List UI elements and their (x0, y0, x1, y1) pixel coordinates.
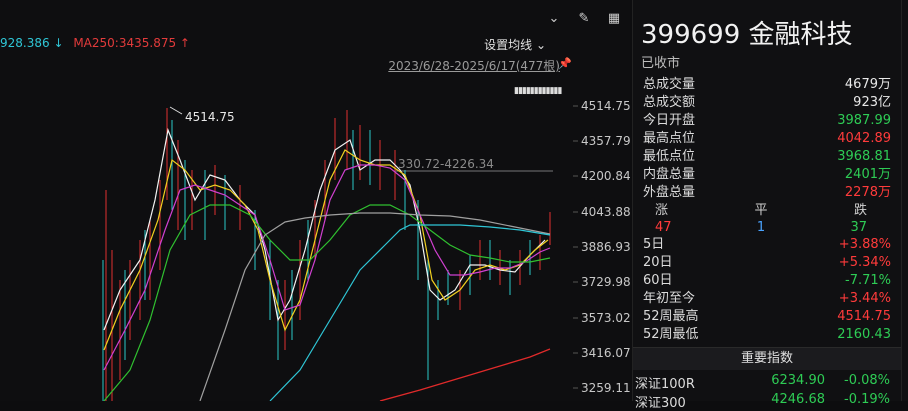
stat-row: 外盘总量 2278万 (643, 184, 891, 202)
stat-label: 总成交额 (643, 95, 696, 110)
chart-toolbar: ⌄ ✎ ▦ (544, 8, 624, 28)
ma250-value: MA250:3435.875 ↑ (73, 36, 190, 50)
y-tick: 3886.93 (581, 240, 631, 254)
security-title: 399699 金融科技 (641, 20, 853, 50)
y-tick: 4200.84 (581, 169, 631, 183)
perf-label: 5日 (643, 237, 665, 252)
side-edge (901, 0, 908, 401)
range-line-label: 330.72-4226.34 (398, 157, 494, 171)
perf-label: 年初至今 (643, 291, 696, 306)
pin-icon[interactable]: 📌 (558, 57, 572, 70)
flat-count: 1 (756, 220, 766, 235)
index-pct: -0.19% (844, 392, 890, 407)
perf-label: 20日 (643, 255, 673, 270)
stat-row: 今日开盘 3987.99 (643, 112, 891, 130)
index-name: 深证300 (635, 396, 686, 411)
ma250-line (379, 348, 551, 401)
advance-decline-values: 47 1 37 (643, 219, 891, 236)
stats-table: 总成交量 4679万 总成交额 923亿 今日开盘 3987.99 最高点位 4042.… (643, 76, 891, 344)
stat-value: 4042.89 (837, 131, 891, 146)
up-count: 47 (655, 220, 672, 235)
stat-row: 最低点位 3968.81 (643, 148, 891, 166)
stat-value: 3987.99 (837, 113, 891, 128)
perf-label: 60日 (643, 273, 673, 288)
stat-label: 外盘总量 (643, 185, 696, 200)
stat-value: 4679万 (844, 77, 891, 92)
stat-row: 最高点位 4042.89 (643, 130, 891, 148)
ma-settings-label: 设置均线 (484, 38, 533, 52)
perf-value: 4514.75 (837, 309, 891, 324)
market-status: 已收市 (641, 56, 681, 71)
stat-value: 2401万 (844, 167, 891, 182)
advance-decline-labels: 涨 平 跌 (643, 202, 891, 219)
y-tick: 4043.88 (581, 205, 631, 219)
stat-label: 最高点位 (643, 131, 696, 146)
stat-value: 2278万 (844, 185, 891, 200)
stat-row: 总成交量 4679万 (643, 76, 891, 94)
index-name: 深证100R (635, 377, 695, 392)
perf-label: 52周最低 (643, 327, 699, 342)
date-range[interactable]: 2023/6/28-2025/6/17(477根) (388, 57, 560, 74)
chevron-down-circle-icon[interactable]: ⌄ (544, 8, 564, 28)
perf-row: 52周最低 2160.43 (643, 326, 891, 344)
stat-row: 内盘总量 2401万 (643, 166, 891, 184)
peak-label: 4514.75 (185, 110, 235, 124)
perf-value: +3.88% (838, 237, 891, 252)
stat-label: 最低点位 (643, 149, 696, 164)
perf-label: 52周最高 (643, 309, 699, 324)
stat-row: 总成交额 923亿 (643, 94, 891, 112)
ma120-line (199, 212, 551, 401)
perf-row: 52周最高 4514.75 (643, 308, 891, 326)
up-label: 涨 (655, 203, 669, 218)
y-tick: 4514.75 (581, 99, 631, 113)
kline-chart[interactable]: ⌄ ✎ ▦ 928.386 ↓ MA250:3435.875 ↑ 设置均线 ⌄ … (0, 0, 631, 401)
perf-value: +3.44% (838, 291, 891, 306)
perf-row: 年初至今 +3.44% (643, 290, 891, 308)
ma-legend: 928.386 ↓ MA250:3435.875 ↑ (0, 36, 190, 50)
candle-width-icon[interactable]: ▮▮▮▮▮▮▮▮▮▮▮▮ (514, 86, 562, 96)
y-tick: 3573.02 (581, 311, 631, 325)
stat-label: 总成交量 (643, 77, 696, 92)
stat-label: 今日开盘 (643, 113, 696, 128)
chevron-down-icon: ⌄ (535, 38, 546, 52)
stat-label: 内盘总量 (643, 167, 696, 182)
perf-value: -7.71% (845, 273, 891, 288)
y-tick: 4357.79 (581, 134, 631, 148)
down-label: 跌 (853, 203, 867, 218)
performance-table: 5日 +3.88% 20日 +5.34% 60日 -7.71% 年初至今 +3.44% … (643, 236, 891, 344)
perf-row: 20日 +5.34% (643, 254, 891, 272)
index-value: 6234.90 (771, 373, 825, 388)
y-tick: 3416.07 (581, 346, 631, 360)
stat-value: 923亿 (853, 95, 891, 110)
perf-value: 2160.43 (837, 327, 891, 342)
y-tick: 3729.98 (581, 275, 631, 289)
y-tick: 3259.11 (581, 381, 631, 395)
grid-icon[interactable]: ▦ (604, 8, 624, 28)
candles (102, 108, 551, 401)
ma-settings-button[interactable]: 设置均线 ⌄ (484, 36, 546, 53)
index-row[interactable]: 深证300 4246.68 -0.19% (635, 392, 890, 411)
index-value: 4246.68 (771, 392, 825, 407)
indices-header[interactable]: 重要指数 (633, 347, 901, 370)
perf-value: +5.34% (838, 255, 891, 270)
perf-row: 60日 -7.71% (643, 272, 891, 290)
stat-value: 3968.81 (837, 149, 891, 164)
quote-panel: 399699 金融科技 已收市 总成交量 4679万 总成交额 923亿 今日开盘 3… (632, 0, 901, 411)
brush-icon[interactable]: ✎ (574, 8, 594, 28)
perf-row: 5日 +3.88% (643, 236, 891, 254)
flat-label: 平 (754, 203, 768, 218)
down-count: 37 (850, 220, 867, 235)
index-pct: -0.08% (844, 373, 890, 388)
ma-cyan-value: 928.386 ↓ (0, 36, 64, 50)
index-row[interactable]: 深证100R 6234.90 -0.08% (635, 373, 890, 392)
